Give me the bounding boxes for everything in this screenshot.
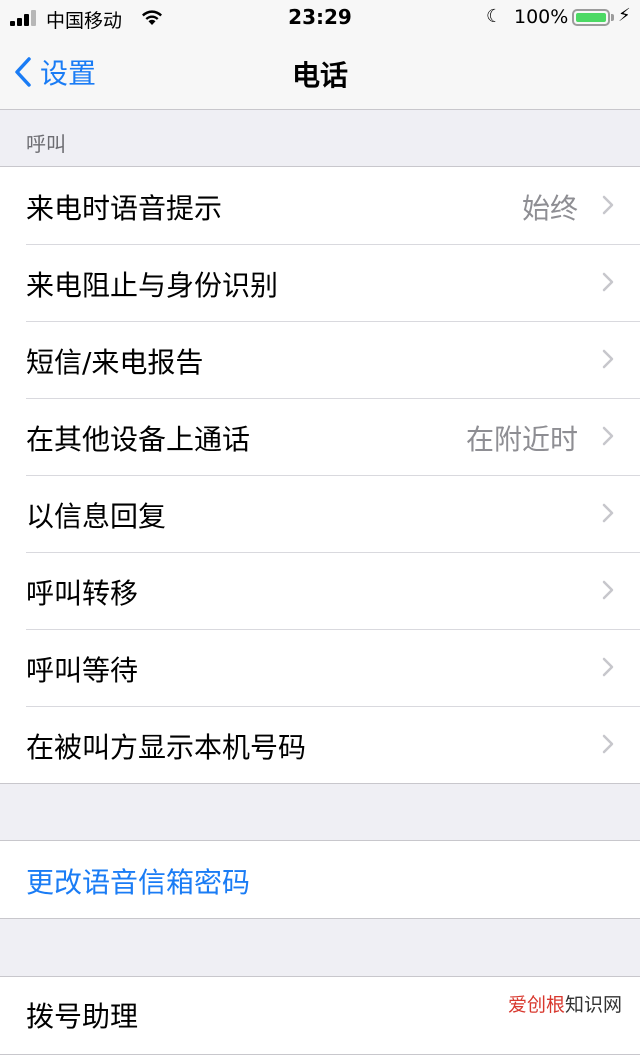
watermark-logo: 爱创根知识网 bbox=[506, 986, 624, 1020]
row-label: 以信息回复 bbox=[26, 500, 167, 533]
page-title: 电话 bbox=[291, 59, 348, 92]
watermark-text-red: 爱创根 bbox=[507, 994, 565, 1016]
row-label: 拨号助理 bbox=[26, 1000, 139, 1033]
navigation-bar: 设置 电话 bbox=[0, 36, 640, 110]
chevron-right-icon bbox=[602, 503, 614, 523]
row-calls-on-other-devices[interactable]: 在其他设备上通话 在附近时 bbox=[0, 398, 640, 475]
row-label: 在被叫方显示本机号码 bbox=[26, 731, 307, 764]
call-settings-group: 来电时语音提示 始终 来电阻止与身份识别 短信/来电报告 在其他设备上通话 在附… bbox=[0, 166, 640, 784]
row-label: 来电时语音提示 bbox=[26, 192, 223, 225]
change-voicemail-password-button[interactable]: 更改语音信箱密码 bbox=[0, 841, 640, 918]
row-label: 来电阻止与身份识别 bbox=[26, 269, 279, 302]
chevron-right-icon bbox=[602, 657, 614, 677]
row-label: 呼叫等待 bbox=[26, 654, 139, 687]
chevron-right-icon bbox=[602, 349, 614, 369]
row-show-caller-id[interactable]: 在被叫方显示本机号码 bbox=[0, 706, 640, 783]
row-label: 在其他设备上通话 bbox=[26, 423, 251, 456]
row-label: 呼叫转移 bbox=[26, 577, 139, 610]
row-call-waiting[interactable]: 呼叫等待 bbox=[0, 629, 640, 706]
row-value: 在附近时 bbox=[465, 423, 578, 456]
row-label: 短信/来电报告 bbox=[26, 346, 204, 379]
row-value: 始终 bbox=[521, 192, 578, 225]
charging-icon: ⚡ bbox=[618, 5, 631, 26]
row-label: 更改语音信箱密码 bbox=[26, 866, 251, 899]
voicemail-group: 更改语音信箱密码 bbox=[0, 840, 640, 919]
status-bar: 中国移动 23:29 ☾ 100% ⚡ bbox=[0, 0, 640, 36]
section-header-call: 呼叫 bbox=[26, 132, 66, 156]
chevron-right-icon bbox=[602, 426, 614, 446]
row-call-forwarding[interactable]: 呼叫转移 bbox=[0, 552, 640, 629]
row-call-blocking[interactable]: 来电阻止与身份识别 bbox=[0, 244, 640, 321]
row-sms-call-reporting[interactable]: 短信/来电报告 bbox=[0, 321, 640, 398]
do-not-disturb-icon: ☾ bbox=[486, 6, 503, 27]
row-announce-calls[interactable]: 来电时语音提示 始终 bbox=[0, 167, 640, 244]
chevron-right-icon bbox=[602, 272, 614, 292]
battery-icon bbox=[572, 9, 610, 26]
battery-cap bbox=[611, 14, 614, 21]
chevron-right-icon bbox=[602, 195, 614, 215]
watermark-text: 知识网 bbox=[565, 994, 623, 1016]
chevron-right-icon bbox=[602, 734, 614, 754]
battery-percentage: 100% bbox=[514, 6, 569, 28]
chevron-right-icon bbox=[602, 580, 614, 600]
row-respond-with-text[interactable]: 以信息回复 bbox=[0, 475, 640, 552]
